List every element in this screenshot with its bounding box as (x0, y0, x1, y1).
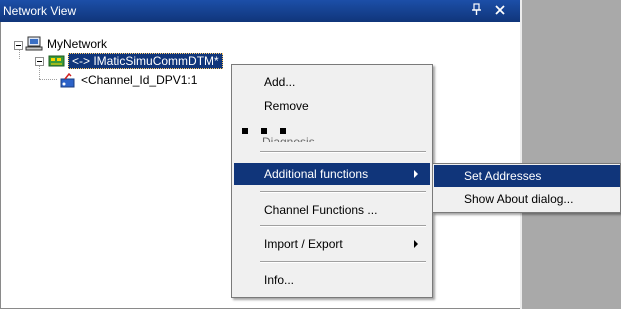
menu-item-label: Add... (264, 75, 296, 89)
tree-line (39, 65, 40, 79)
network-computer-icon (25, 36, 43, 51)
submenu-arrow-icon (414, 170, 418, 178)
channel-icon (60, 73, 75, 88)
menu-separator (260, 191, 426, 193)
menu-item-label: Remove (264, 99, 309, 113)
close-icon[interactable] (494, 4, 506, 16)
root-collapse-toggle[interactable] (14, 41, 23, 50)
menu-separator (260, 261, 426, 263)
pin-icon[interactable] (470, 2, 484, 18)
dtm-collapse-toggle[interactable] (35, 57, 44, 66)
network-view-titlebar: Network View (0, 0, 520, 22)
dot (280, 128, 286, 134)
tree-node-dtm-label[interactable]: <-> IMaticSimuCommDTM* (68, 53, 223, 69)
menu-item-label: Info... (264, 273, 295, 287)
menu-item-remove[interactable]: Remove (234, 95, 430, 117)
tree-node-root-label[interactable]: MyNetwork (47, 37, 107, 51)
submenu-additional-functions: Set Addresses Show About dialog... (432, 163, 621, 213)
tree-node-channel-label[interactable]: <Channel_Id_DPV1:1 (81, 73, 197, 87)
overlay-dots (242, 128, 302, 136)
menu-item-label: Import / Export (264, 237, 343, 251)
submenu-item-label: Show About dialog... (464, 192, 574, 206)
menu-item-label: Channel Functions ... (264, 203, 378, 217)
submenu-item-label: Set Addresses (464, 169, 542, 183)
dot (261, 128, 267, 134)
dtm-device-icon (48, 55, 65, 67)
submenu-arrow-icon (414, 240, 418, 248)
menu-separator (260, 225, 426, 227)
menu-item-additional-functions[interactable]: Additional functions (234, 163, 430, 185)
submenu-item-show-about[interactable]: Show About dialog... (434, 188, 620, 210)
submenu-item-set-addresses[interactable]: Set Addresses (434, 165, 620, 187)
workspace-pane (520, 0, 621, 309)
menu-separator (260, 151, 426, 153)
menu-item-import-export[interactable]: Import / Export (234, 233, 430, 255)
menu-item-channel-functions[interactable]: Channel Functions ... (234, 199, 430, 221)
menu-item-diagnosis[interactable]: Diagnosis (262, 136, 315, 142)
menu-item-add[interactable]: Add... (234, 71, 430, 93)
context-menu: Add... Remove Additional functions Chann… (231, 64, 433, 298)
menu-item-label: Additional functions (264, 167, 369, 181)
window-title: Network View (3, 4, 77, 18)
menu-item-info[interactable]: Info... (234, 269, 430, 291)
tree-line (39, 79, 57, 80)
dot (242, 128, 248, 134)
